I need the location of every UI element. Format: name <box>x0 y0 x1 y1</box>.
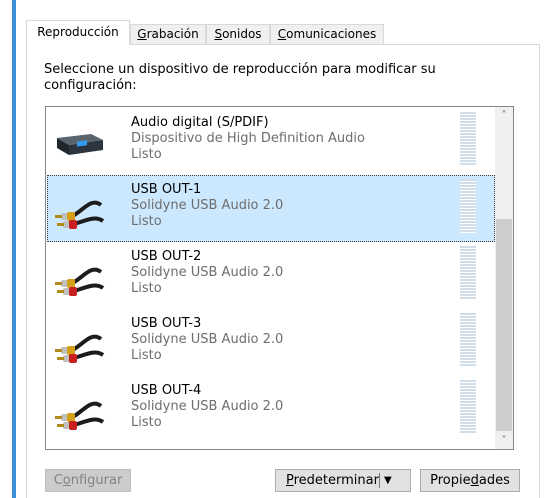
rca-cable-icon <box>55 401 105 430</box>
level-meter <box>460 179 476 233</box>
device-description: Solidyne USB Audio 2.0 <box>131 332 284 347</box>
device-name: Audio digital (S/PDIF) <box>131 115 269 130</box>
level-meter <box>460 313 476 367</box>
device-description: Solidyne USB Audio 2.0 <box>131 399 284 414</box>
instruction-text: Seleccione un dispositivo de reproducció… <box>44 62 436 93</box>
device-name: USB OUT-3 <box>131 316 202 331</box>
configure-button-label: nfigurar <box>70 473 123 488</box>
configure-button[interactable]: Configurar <box>45 469 131 492</box>
vertical-scrollbar[interactable]: ˄ ˅ <box>495 107 513 449</box>
device-name: USB OUT-2 <box>131 249 202 264</box>
device-name: USB OUT-4 <box>131 383 202 398</box>
tab-communications-mnemonic: C <box>277 27 287 41</box>
level-meter <box>460 380 476 434</box>
tab-playback[interactable]: Reproducción <box>26 20 130 45</box>
device-name: USB OUT-1 <box>131 182 202 197</box>
device-description: Solidyne USB Audio 2.0 <box>131 198 284 213</box>
device-item[interactable]: USB OUT-4 Solidyne USB Audio 2.0 Listo <box>47 376 495 443</box>
rca-cable-icon <box>55 200 105 229</box>
device-description: Dispositivo de High Definition Audio <box>131 131 365 146</box>
device-item-selected[interactable]: USB OUT-1 Solidyne USB Audio 2.0 Listo <box>47 175 495 242</box>
tab-recording-label: rabación <box>146 27 199 41</box>
device-status: Listo <box>131 415 162 430</box>
device-status: Listo <box>131 281 162 296</box>
properties-mnemonic: d <box>470 473 479 488</box>
level-meter <box>460 246 476 300</box>
tab-communications-label: omunicaciones <box>286 27 377 41</box>
properties-button[interactable]: Propiedades <box>420 469 520 492</box>
tab-communications[interactable]: Comunicaciones <box>270 24 384 44</box>
tab-sounds[interactable]: Sonidos <box>206 24 270 44</box>
tab-sounds-label: onidos <box>222 27 262 41</box>
sound-dialog: Reproducción Grabación Sonidos Comunicac… <box>0 0 545 498</box>
scroll-thumb[interactable] <box>496 219 512 431</box>
device-status: Listo <box>131 348 162 363</box>
device-list[interactable]: Audio digital (S/PDIF) Dispositivo de Hi… <box>45 106 514 450</box>
spdif-device-icon <box>57 134 103 155</box>
split-separator <box>379 473 380 488</box>
rca-cable-icon <box>55 267 105 296</box>
device-item[interactable]: Audio digital (S/PDIF) Dispositivo de Hi… <box>47 108 495 175</box>
tab-recording[interactable]: Grabación <box>130 24 206 44</box>
window-edge <box>12 0 16 498</box>
device-status: Listo <box>131 147 162 162</box>
device-description: Solidyne USB Audio 2.0 <box>131 265 284 280</box>
set-default-mnemonic: P <box>286 473 294 488</box>
device-status: Listo <box>131 214 162 229</box>
tab-sounds-mnemonic: S <box>214 27 223 41</box>
scroll-up-arrow-icon[interactable]: ˄ <box>495 107 513 124</box>
properties-label: ades <box>478 473 510 488</box>
scroll-down-arrow-icon[interactable]: ˅ <box>495 432 513 449</box>
set-default-split-button[interactable]: Predeterminar ▼ <box>275 469 411 492</box>
dropdown-arrow-icon[interactable]: ▼ <box>384 470 398 491</box>
device-item[interactable]: USB OUT-3 Solidyne USB Audio 2.0 Listo <box>47 309 495 376</box>
device-item[interactable]: USB OUT-2 Solidyne USB Audio 2.0 Listo <box>47 242 495 309</box>
tab-recording-mnemonic: G <box>137 27 147 41</box>
rca-cable-icon <box>55 334 105 363</box>
tab-playback-label: Reproducción <box>37 25 119 39</box>
level-meter <box>460 112 476 166</box>
set-default-label: redeterminar <box>293 473 379 488</box>
